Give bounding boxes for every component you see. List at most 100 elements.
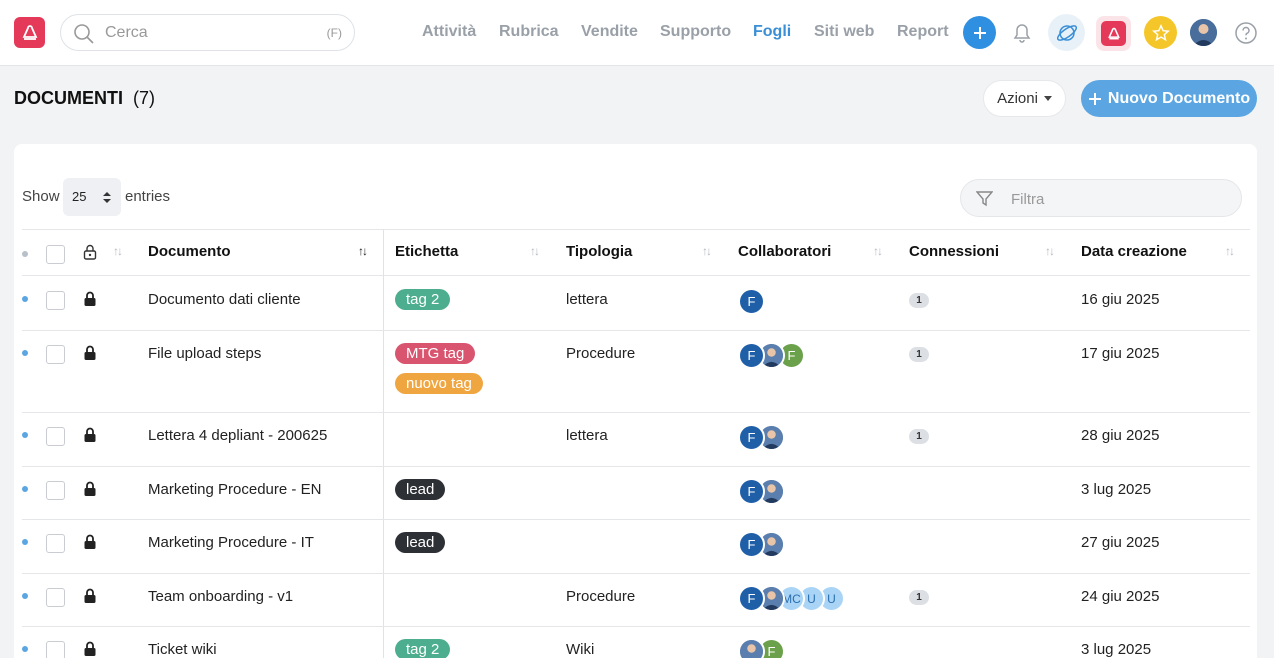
- column-divider: [383, 230, 384, 658]
- new-document-button[interactable]: Nuovo Documento: [1081, 80, 1257, 117]
- creation-date: 27 giu 2025: [1081, 534, 1160, 551]
- nav-report[interactable]: Report: [897, 23, 949, 41]
- nav-fogli[interactable]: Fogli: [753, 23, 791, 41]
- nav-supporto[interactable]: Supporto: [660, 23, 731, 41]
- col-header-connessioni[interactable]: Connessioni: [909, 243, 999, 260]
- sort-icon[interactable]: ↑↓: [1045, 244, 1055, 258]
- document-type: Wiki: [566, 641, 595, 658]
- nav-vendite[interactable]: Vendite: [581, 23, 638, 41]
- collaborator-avatar[interactable]: F: [738, 478, 765, 505]
- document-name[interactable]: Team onboarding - v1: [148, 588, 293, 605]
- row-border: [22, 412, 1250, 413]
- planet-button[interactable]: [1048, 14, 1085, 51]
- document-type: lettera: [566, 291, 608, 308]
- entries-value: 25: [72, 189, 87, 204]
- row-checkbox[interactable]: [46, 481, 65, 500]
- lock-icon[interactable]: [83, 291, 97, 307]
- person-photo-icon: [1190, 19, 1217, 46]
- user-avatar[interactable]: [1190, 19, 1217, 46]
- lock-icon[interactable]: [83, 534, 97, 550]
- sort-icon[interactable]: ↑↓: [1225, 244, 1235, 258]
- top-bar: (F) Attività Rubrica Vendite Supporto Fo…: [0, 0, 1274, 66]
- filter-box[interactable]: [960, 179, 1242, 217]
- connections-badge[interactable]: 1: [909, 429, 929, 444]
- row-checkbox[interactable]: [46, 427, 65, 446]
- collaborator-avatar[interactable]: F: [738, 585, 765, 612]
- document-name[interactable]: Ticket wiki: [148, 641, 217, 658]
- filter-icon: [976, 191, 993, 207]
- status-dot: [22, 486, 28, 492]
- collaborator-avatar[interactable]: F: [738, 288, 765, 315]
- actions-dropdown[interactable]: Azioni: [983, 80, 1066, 117]
- search-icon: [74, 24, 94, 44]
- sort-icon[interactable]: ↑↓: [702, 244, 712, 258]
- collaborator-avatar[interactable]: F: [738, 342, 765, 369]
- brand-shortcut-button[interactable]: [1096, 16, 1131, 51]
- row-checkbox[interactable]: [46, 641, 65, 658]
- document-name[interactable]: Marketing Procedure - IT: [148, 534, 314, 551]
- status-dot: [22, 432, 28, 438]
- col-header-documento[interactable]: Documento: [148, 243, 231, 260]
- favorites-button[interactable]: [1144, 16, 1177, 49]
- sort-icon[interactable]: ↑↓: [358, 244, 368, 258]
- connections-badge[interactable]: 1: [909, 347, 929, 362]
- collaborator-avatar[interactable]: [738, 638, 765, 658]
- document-name[interactable]: Marketing Procedure - EN: [148, 481, 321, 498]
- lock-icon[interactable]: [83, 641, 97, 657]
- plus-icon: [973, 26, 986, 39]
- tag-badge: lead: [395, 479, 446, 500]
- row-checkbox[interactable]: [46, 291, 65, 310]
- search-shortcut: (F): [326, 26, 342, 40]
- lock-icon[interactable]: [83, 588, 97, 604]
- document-type: Procedure: [566, 588, 636, 605]
- entries-label: entries: [125, 188, 171, 205]
- filter-input[interactable]: [1011, 189, 1211, 209]
- col-header-collaboratori[interactable]: Collaboratori: [738, 243, 831, 260]
- plus-icon: [1088, 92, 1101, 105]
- collaborator-avatar[interactable]: F: [738, 424, 765, 451]
- col-header-tipologia[interactable]: Tipologia: [566, 243, 632, 260]
- document-name[interactable]: File upload steps: [148, 345, 261, 362]
- nav-rubrica[interactable]: Rubrica: [499, 23, 559, 41]
- sort-icon[interactable]: ↑↓: [873, 244, 883, 258]
- search-input[interactable]: [105, 23, 305, 43]
- connections-badge[interactable]: 1: [909, 293, 929, 308]
- tag-badge: lead: [395, 532, 446, 553]
- document-name[interactable]: Documento dati cliente: [148, 291, 301, 308]
- col-header-etichetta[interactable]: Etichetta: [395, 243, 458, 260]
- lock-icon[interactable]: [83, 481, 97, 497]
- select-all-checkbox[interactable]: [46, 245, 65, 264]
- document-type: Procedure: [566, 345, 636, 362]
- help-button[interactable]: [1232, 19, 1259, 46]
- document-name[interactable]: Lettera 4 depliant - 200625: [148, 427, 327, 444]
- sort-icon[interactable]: ↑↓: [530, 244, 540, 258]
- creation-date: 3 lug 2025: [1081, 641, 1152, 658]
- row-checkbox[interactable]: [46, 534, 65, 553]
- col-header-data-creazione[interactable]: Data creazione: [1081, 243, 1187, 260]
- page-count: (7): [133, 88, 155, 108]
- status-dot: [22, 539, 28, 545]
- star-icon: [1151, 23, 1170, 41]
- nav-siti-web[interactable]: Siti web: [814, 23, 874, 41]
- status-dot: [22, 251, 28, 257]
- row-checkbox[interactable]: [46, 345, 65, 364]
- lock-icon[interactable]: [83, 427, 97, 443]
- connections-badge[interactable]: 1: [909, 590, 929, 605]
- sort-icon[interactable]: ↑↓: [113, 244, 123, 258]
- actions-label: Azioni: [997, 90, 1038, 107]
- caret-down-icon: [1043, 96, 1052, 101]
- lock-icon[interactable]: [83, 345, 97, 361]
- row-border: [22, 519, 1250, 520]
- search-box[interactable]: (F): [60, 14, 355, 51]
- new-document-label: Nuovo Documento: [1107, 89, 1251, 107]
- row-checkbox[interactable]: [46, 588, 65, 607]
- collaborator-avatar[interactable]: F: [738, 531, 765, 558]
- app-logo[interactable]: [14, 17, 45, 48]
- add-button[interactable]: [963, 16, 996, 49]
- nav-attivita[interactable]: Attività: [422, 23, 476, 41]
- notifications-button[interactable]: [1005, 16, 1038, 49]
- document-type: lettera: [566, 427, 608, 444]
- entries-select[interactable]: 25: [63, 178, 121, 216]
- bell-logo-icon: [1101, 21, 1126, 46]
- lock-open-icon[interactable]: [83, 244, 97, 260]
